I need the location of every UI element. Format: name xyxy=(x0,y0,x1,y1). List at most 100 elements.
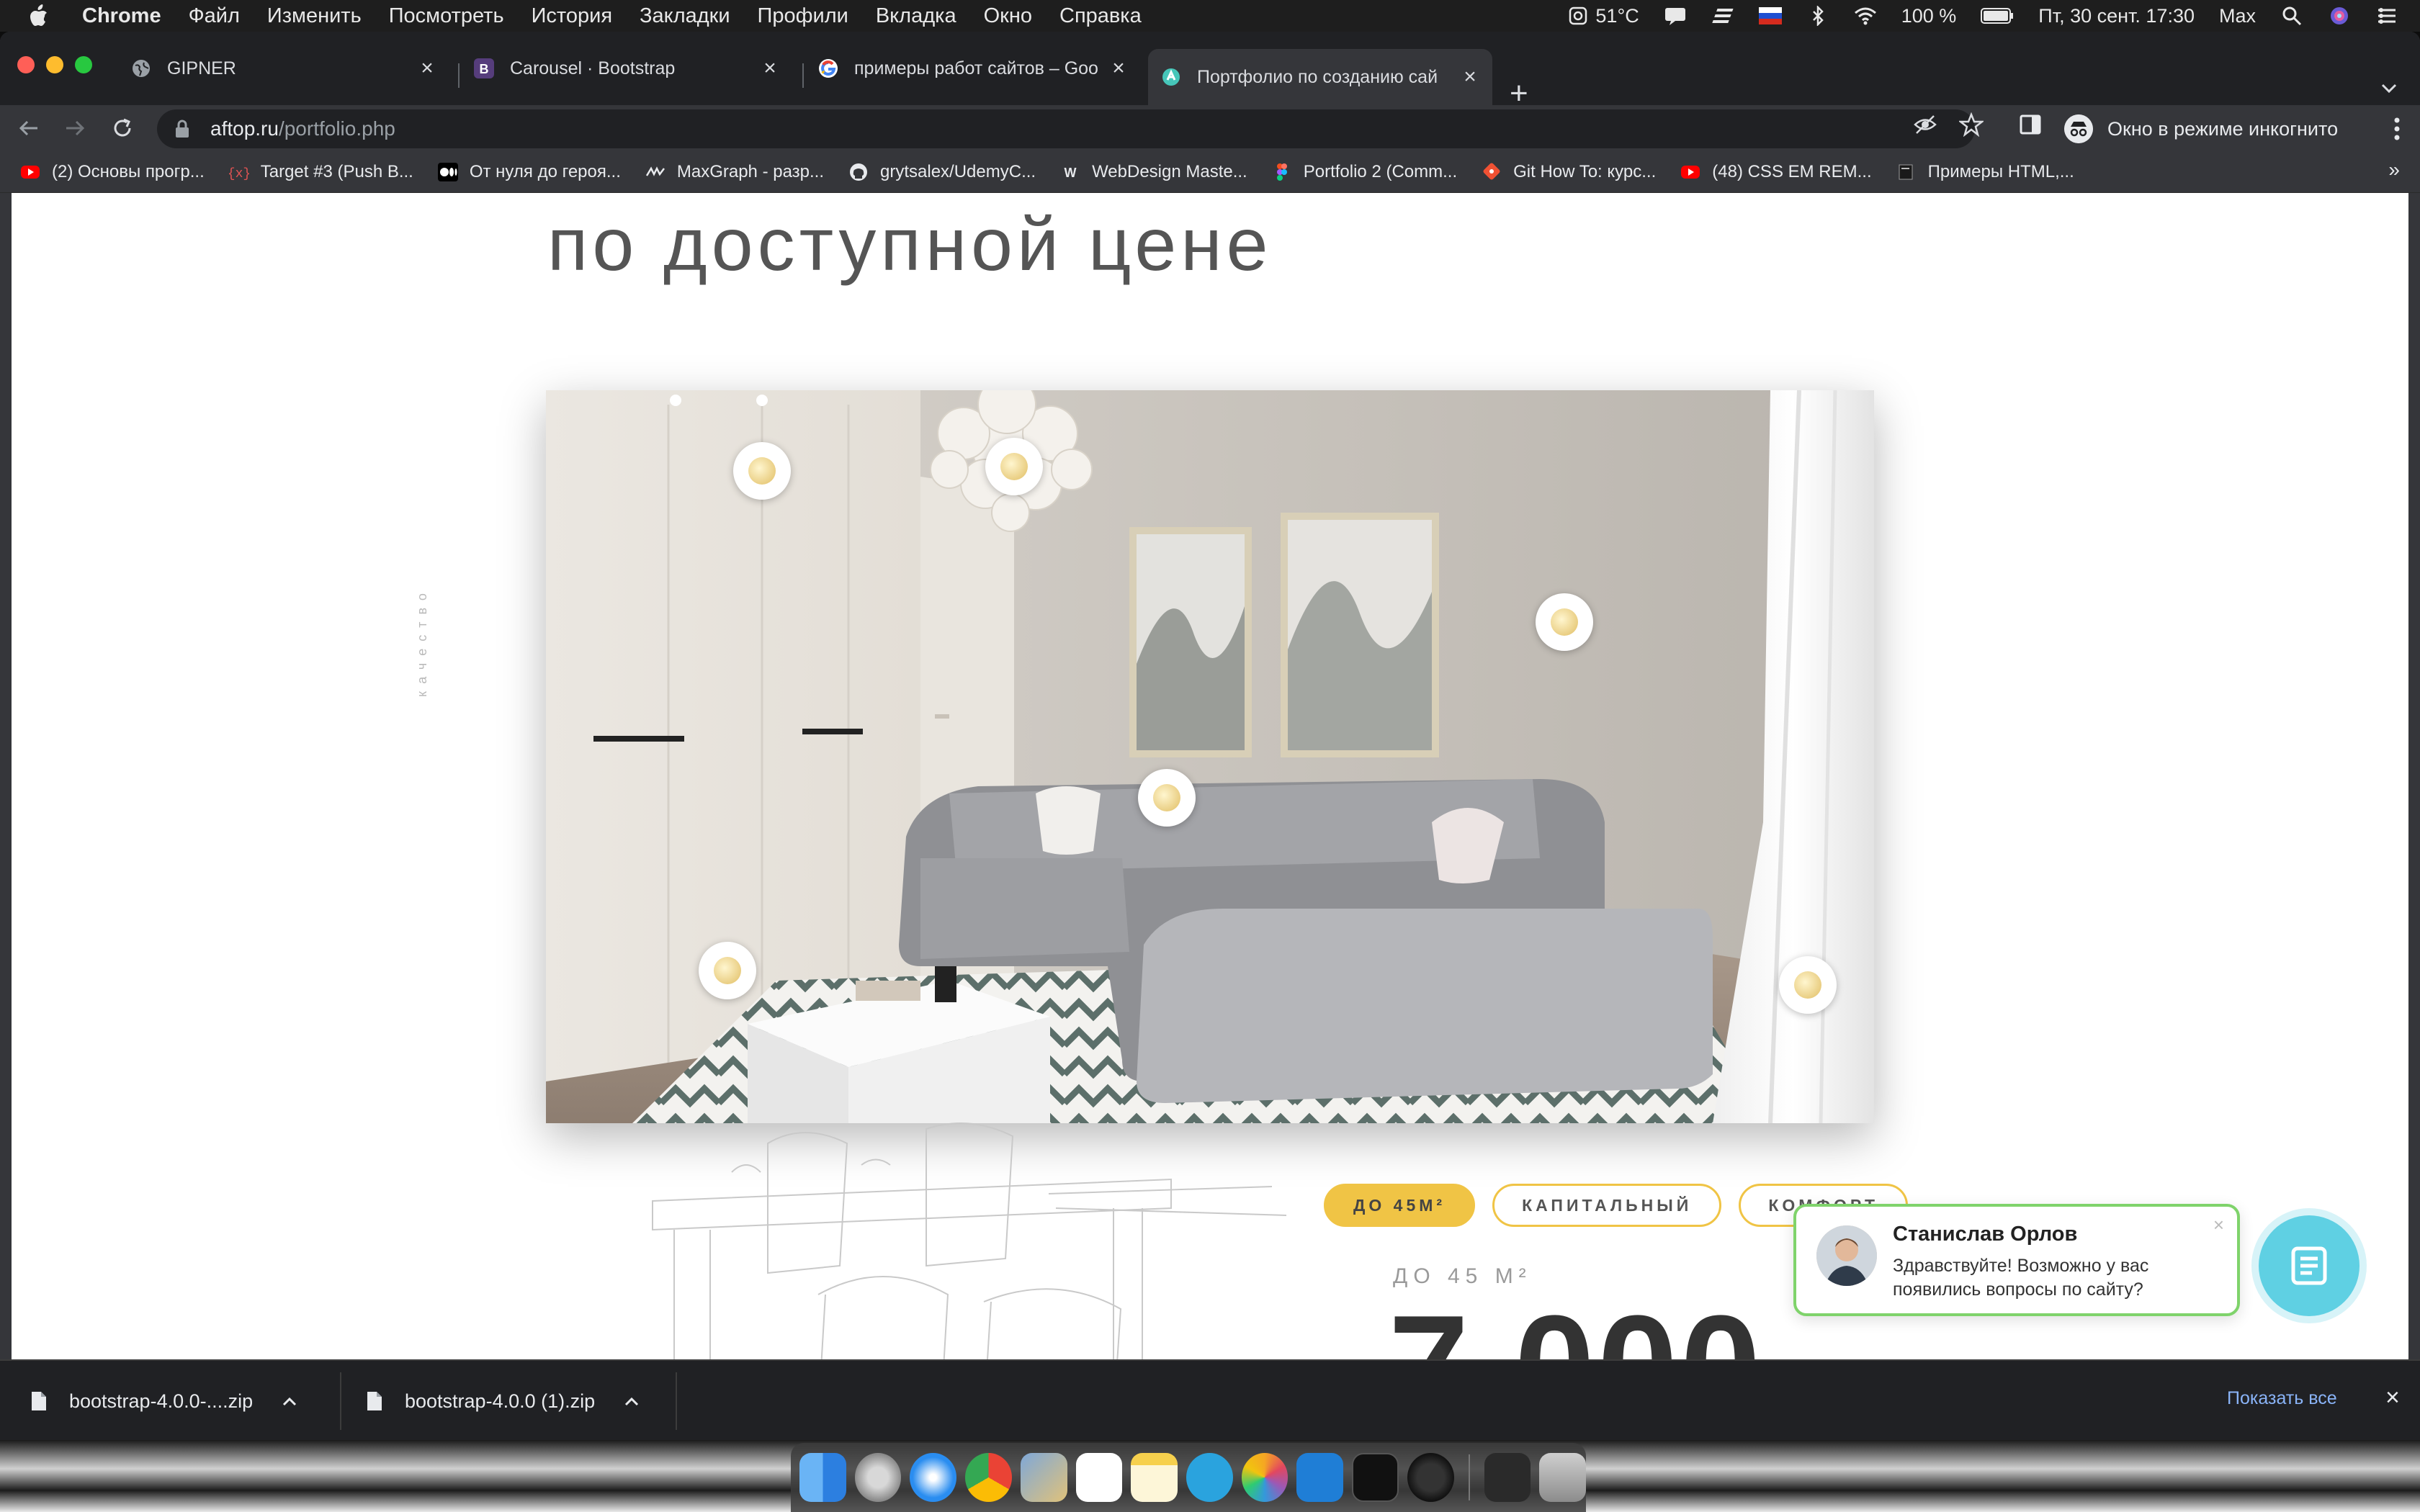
window-controls xyxy=(17,56,92,73)
dining-sketch-illustration xyxy=(652,1122,1287,1391)
telegram-icon[interactable] xyxy=(1186,1453,1233,1502)
menu-bookmarks[interactable]: Закладки xyxy=(640,4,730,28)
chrome-icon[interactable] xyxy=(965,1453,1012,1502)
bookmark-label: (2) Основы прогр... xyxy=(52,161,205,181)
book-icon xyxy=(1899,164,1913,179)
avatar xyxy=(1816,1225,1877,1286)
close-window-button[interactable] xyxy=(17,56,35,73)
menu-file[interactable]: Файл xyxy=(189,4,240,28)
bluetooth-icon[interactable] xyxy=(1806,6,1829,26)
notifications-icon[interactable] xyxy=(1664,6,1687,26)
menu-help[interactable]: Справка xyxy=(1059,4,1142,28)
bookmark-item[interactable]: Примеры HTML,... xyxy=(1896,162,2074,182)
menu-view[interactable]: Посмотреть xyxy=(389,4,504,28)
control-center-icon[interactable] xyxy=(2375,6,2398,26)
menu-history[interactable]: История xyxy=(532,4,612,28)
datetime[interactable]: Пт, 30 сент. 17:30 xyxy=(2038,5,2195,27)
tab-google-search[interactable]: примеры работ сайтов – Goo × xyxy=(805,49,1141,88)
preview-icon[interactable] xyxy=(1020,1453,1067,1502)
tab-gipner[interactable]: GIPNER × xyxy=(118,49,449,88)
hotspot-marker[interactable] xyxy=(1779,956,1837,1014)
bookmark-item[interactable]: {x} Target #3 (Push B... xyxy=(229,162,413,182)
notes-icon[interactable] xyxy=(1131,1453,1178,1502)
close-icon[interactable]: × xyxy=(2385,1384,2400,1412)
close-tab-icon[interactable]: × xyxy=(1458,65,1482,89)
close-tab-icon[interactable]: × xyxy=(1106,56,1131,81)
incognito-label: Окно в режиме инкогнито xyxy=(2107,117,2339,140)
bookmarks-bar: (2) Основы прогр... {x} Target #3 (Push … xyxy=(0,151,2420,193)
reload-icon[interactable] xyxy=(109,115,135,141)
tab-title: примеры работ сайтов – Goo xyxy=(854,58,1098,78)
chip-up-to-45[interactable]: ДО 45М² xyxy=(1324,1184,1476,1227)
menu-profiles[interactable]: Профили xyxy=(758,4,848,28)
minimize-window-button[interactable] xyxy=(46,56,63,73)
temperature-status[interactable]: 51°C xyxy=(1567,5,1639,27)
tab-title: GIPNER xyxy=(167,58,236,78)
bookmark-item[interactable]: Git How To: курс... xyxy=(1482,162,1656,182)
downloads-stack-icon[interactable] xyxy=(1484,1453,1531,1502)
more-menu-icon[interactable] xyxy=(2394,117,2400,141)
bookmark-item[interactable]: От нуля до героя... xyxy=(437,162,621,182)
close-tab-icon[interactable]: × xyxy=(415,56,439,81)
bookmark-label: WebDesign Maste... xyxy=(1092,161,1247,181)
menu-edit[interactable]: Изменить xyxy=(267,4,362,28)
trash-icon[interactable] xyxy=(1539,1453,1586,1502)
activity-monitor-icon[interactable] xyxy=(1407,1453,1454,1502)
dock-separator xyxy=(1468,1454,1470,1500)
wifi-icon[interactable] xyxy=(1854,6,1877,26)
hotspot-marker[interactable] xyxy=(733,442,791,500)
lock-icon[interactable] xyxy=(174,120,190,138)
download-item[interactable]: bootstrap-4.0.0 (1).zip xyxy=(366,1361,640,1440)
bookmark-item[interactable]: grytsalex/UdemyC... xyxy=(848,162,1036,182)
hotspot-marker[interactable] xyxy=(1536,593,1593,651)
terminal-icon[interactable] xyxy=(1352,1453,1399,1502)
reminders-icon[interactable] xyxy=(1075,1453,1123,1502)
show-all-downloads-link[interactable]: Показать все xyxy=(2227,1388,2337,1409)
bookmark-star-icon[interactable] xyxy=(1959,112,1984,137)
chat-open-button[interactable] xyxy=(2259,1215,2360,1316)
stripes-app-icon[interactable] xyxy=(1711,6,1734,26)
menu-tab[interactable]: Вкладка xyxy=(876,4,956,28)
forward-arrow-icon[interactable] xyxy=(62,115,88,141)
bookmark-item[interactable]: W WebDesign Maste... xyxy=(1060,162,1247,182)
bookmark-item[interactable]: (2) Основы прогр... xyxy=(20,162,205,182)
address-bar[interactable]: aftop.ru/portfolio.php xyxy=(157,109,1975,148)
bootstrap-icon: B xyxy=(474,58,494,78)
spotlight-search-icon[interactable] xyxy=(2280,6,2303,26)
bookmark-item[interactable]: MaxGraph - разр... xyxy=(645,162,824,182)
bookmark-item[interactable]: (48) CSS EM REM... xyxy=(1680,162,1872,182)
disk-utility-icon[interactable] xyxy=(854,1453,902,1502)
back-arrow-icon[interactable] xyxy=(16,115,42,141)
tab-bootstrap-carousel[interactable]: B Carousel · Bootstrap × xyxy=(461,49,792,88)
side-panel-icon[interactable] xyxy=(2018,112,2043,137)
incognito-indicator[interactable]: Окно в режиме инкогнито xyxy=(2064,109,2338,148)
siri-icon[interactable] xyxy=(2328,6,2351,26)
bookmark-item[interactable]: Portfolio 2 (Comm... xyxy=(1272,162,1457,182)
tab-search-chevron-icon[interactable] xyxy=(2378,79,2400,96)
chip-capital[interactable]: КАПИТАЛЬНЫЙ xyxy=(1492,1184,1722,1227)
maximize-window-button[interactable] xyxy=(75,56,92,73)
hotspot-marker[interactable] xyxy=(1138,769,1196,827)
chevron-up-icon[interactable] xyxy=(282,1396,297,1406)
chat-popup[interactable]: Станислав Орлов Здравствуйте! Возможно у… xyxy=(1793,1204,2240,1316)
user-name[interactable]: Max xyxy=(2219,5,2256,27)
photos-icon[interactable] xyxy=(1241,1453,1289,1502)
menu-window[interactable]: Окно xyxy=(984,4,1032,28)
tracking-blocked-eye-icon[interactable] xyxy=(1913,112,1937,137)
russian-flag-icon[interactable] xyxy=(1758,6,1782,26)
download-item[interactable]: bootstrap-4.0.0-....zip xyxy=(30,1361,297,1440)
safari-icon[interactable] xyxy=(910,1453,957,1502)
hotspot-marker[interactable] xyxy=(985,438,1043,495)
apple-icon[interactable] xyxy=(27,4,49,28)
chevron-up-icon[interactable] xyxy=(624,1396,640,1406)
vscode-icon[interactable] xyxy=(1296,1453,1344,1502)
tab-portfolio-active[interactable]: Портфолио по созданию сай × xyxy=(1148,49,1492,105)
menu-app-chrome[interactable]: Chrome xyxy=(82,4,161,28)
battery-icon[interactable] xyxy=(1981,6,2014,26)
close-tab-icon[interactable]: × xyxy=(758,56,782,81)
more-bookmarks-chevron-icon[interactable]: » xyxy=(2388,158,2400,181)
hotspot-marker[interactable] xyxy=(699,942,756,999)
close-icon[interactable]: × xyxy=(2213,1214,2224,1236)
bookmark-label: Target #3 (Push B... xyxy=(260,161,413,181)
finder-icon[interactable] xyxy=(799,1453,846,1502)
